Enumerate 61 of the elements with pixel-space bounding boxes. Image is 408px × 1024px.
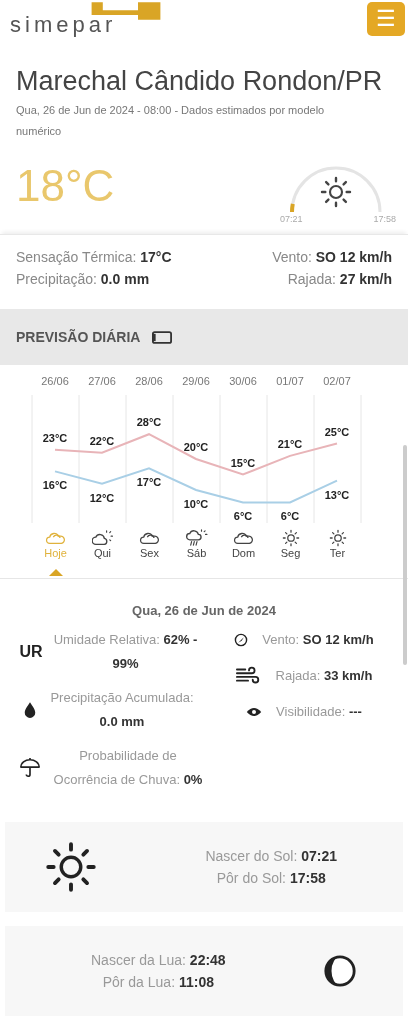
selection-marker-icon (48, 569, 63, 576)
city-title: Marechal Cândido Rondon/PR (16, 65, 384, 98)
data-label: 17°C (136, 476, 162, 489)
sunrise-reading: Nascer do Sol: 07:21 (205, 848, 337, 864)
sunrise-time: 07:21 (280, 214, 303, 224)
data-label: 10°C (183, 498, 209, 510)
day-tab[interactable]: Sex (126, 529, 173, 578)
detail-reading: Umidade Relativa: 62% - 99% (52, 631, 199, 673)
temperature: 18°C (16, 161, 115, 211)
detail-reading: Rajada: 33 km/h (275, 667, 373, 685)
drop-icon (23, 701, 37, 719)
data-label: 23°C (42, 431, 68, 444)
data-label: 28°C (136, 416, 162, 429)
data-label: 20°C (183, 441, 209, 453)
data-label: 22°C (89, 434, 115, 447)
date-label: 29/06 (182, 375, 210, 387)
data-label: 12°C (89, 491, 115, 504)
date-label: 01/07 (276, 375, 304, 387)
sunset-time: 17:58 (373, 214, 396, 224)
date-label: 02/07 (323, 375, 351, 387)
data-label: 21°C (277, 437, 303, 450)
rain-cloud-icon (185, 529, 208, 547)
detail-reading: Visibilidade: --- (276, 703, 362, 721)
date-label: 27/06 (88, 375, 116, 387)
data-label: 6°C (233, 510, 253, 523)
scrollbar[interactable] (403, 445, 407, 665)
weather-reading: Vento: SO 12 km/h (271, 249, 392, 265)
weather-reading: Sensação Térmica: 17°C (16, 249, 173, 265)
data-label: 6°C (280, 510, 300, 523)
date-label: 28/06 (135, 375, 163, 387)
weather-reading: Rajada: 27 km/h (286, 271, 392, 287)
day-tab[interactable]: Sáb (173, 529, 220, 578)
weather-reading: Precipitação: 0.0 mm (16, 271, 151, 287)
data-label: 13°C (324, 488, 350, 501)
umbrella-icon (17, 757, 43, 779)
data-label: 16°C (42, 479, 68, 492)
half-moon-icon (323, 954, 357, 988)
moonrise-reading: Nascer da Lua: 22:48 (91, 952, 226, 968)
moonset-reading: Pôr da Lua: 11:08 (102, 974, 214, 990)
day-tab[interactable]: Seg (267, 529, 314, 578)
day-tab[interactable]: Ter (314, 529, 361, 578)
sun-icon (45, 841, 97, 893)
sunset-reading: Pôr do Sol: 17:58 (216, 870, 326, 886)
tablet-icon (152, 330, 173, 344)
day-tab[interactable]: Qui (79, 529, 126, 578)
date-label: 30/06 (229, 375, 257, 387)
sun-icon (320, 176, 352, 208)
compass-icon (234, 631, 249, 649)
detail-date: Qua, 26 de Jun de 2024 (131, 603, 277, 618)
cloud-sun-icon (91, 529, 114, 547)
detail-reading: Vento: SO 12 km/h (262, 631, 374, 649)
day-tab[interactable]: Dom (220, 529, 267, 578)
data-label: 25°C (324, 425, 350, 438)
date-label: 26/06 (41, 375, 69, 387)
data-label: 15°C (230, 456, 256, 469)
humidity-label: UR (19, 642, 43, 662)
section-title: PREVISÃO DIÁRIA (16, 329, 141, 345)
subtitle: Qua, 26 de Jun de 2024 - 08:00 - Dados estimados por modelo numérico (16, 103, 326, 139)
detail-reading: Probabilidade de Ocorrência de Chuva: 0% (53, 747, 203, 789)
detail-reading: Precipitação Acumulada: 0.0 mm (49, 689, 195, 731)
eye-icon (246, 707, 263, 717)
